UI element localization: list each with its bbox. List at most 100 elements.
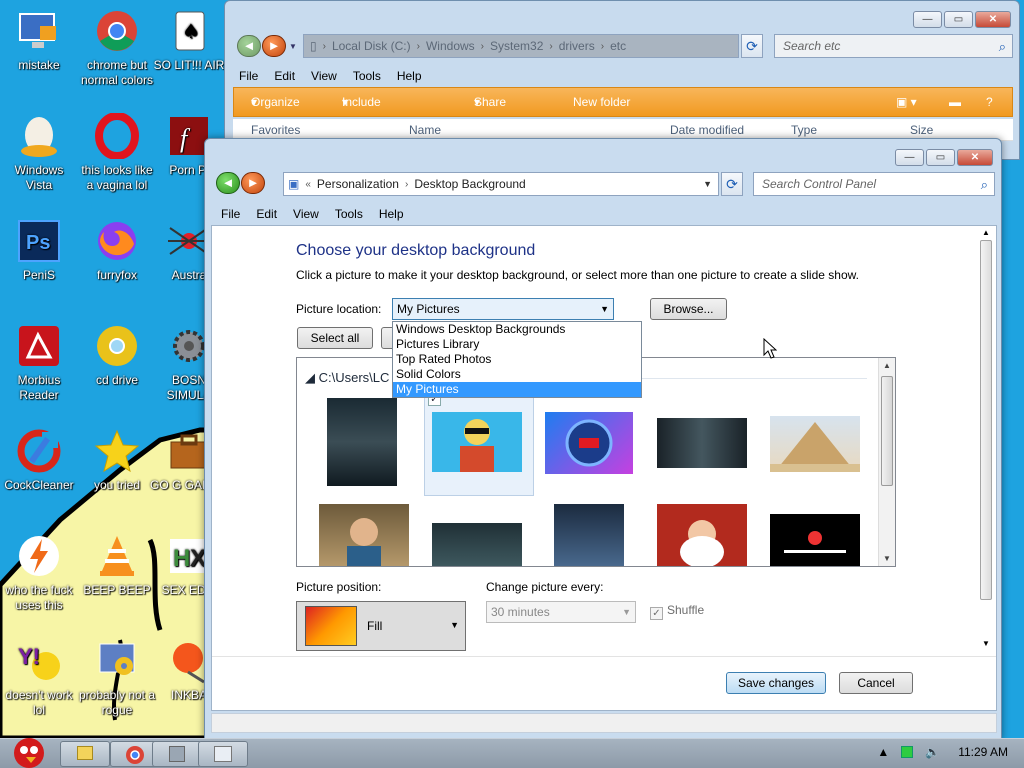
- column-type[interactable]: Type: [791, 123, 817, 137]
- menu-help[interactable]: Help: [371, 207, 412, 221]
- thumbnail-how-high-can-you-get[interactable]: [770, 514, 860, 566]
- menu-tools[interactable]: Tools: [327, 207, 371, 221]
- chevron-down-icon[interactable]: ▼: [703, 179, 712, 189]
- taskbar-app-button[interactable]: [152, 741, 202, 767]
- forward-button[interactable]: ►: [262, 35, 286, 57]
- refresh-button[interactable]: ⟳: [741, 34, 763, 58]
- desktop-icon-morbius-reader[interactable]: Morbius Reader: [0, 323, 78, 403]
- close-button[interactable]: ✕: [957, 149, 993, 166]
- minimize-button[interactable]: —: [895, 149, 924, 166]
- picture-location-select[interactable]: My Pictures ▼: [392, 298, 614, 320]
- close-button[interactable]: ✕: [975, 11, 1011, 28]
- start-button[interactable]: [4, 733, 54, 768]
- desktop-icon-you-tried[interactable]: you tried: [78, 428, 156, 493]
- scroll-down-icon[interactable]: ▼: [883, 554, 891, 563]
- breadcrumb-item[interactable]: drivers: [559, 39, 595, 53]
- desktop-icon-windows-vista[interactable]: Windows Vista: [0, 113, 78, 193]
- menu-view[interactable]: View: [303, 69, 345, 83]
- breadcrumb-item[interactable]: Personalization: [317, 177, 399, 191]
- thumbnail-pyramid[interactable]: [770, 416, 860, 472]
- breadcrumb-item[interactable]: Windows: [426, 39, 475, 53]
- breadcrumb-item[interactable]: etc: [610, 39, 626, 53]
- collapse-arrow-icon[interactable]: ◢: [305, 370, 315, 385]
- taskbar-explorer-button[interactable]: [60, 741, 110, 767]
- desktop-icon-doesnt-work[interactable]: Y! doesn't work lol: [0, 638, 78, 718]
- network-icon[interactable]: [901, 746, 914, 758]
- desktop-icon-penis[interactable]: Ps PeniS: [0, 218, 78, 283]
- explorer-search-input[interactable]: Search etc ⌕: [774, 34, 1013, 58]
- dropdown-option[interactable]: Top Rated Photos: [393, 352, 641, 367]
- forward-button[interactable]: ►: [241, 172, 265, 194]
- dialog-scrollbar[interactable]: ▲ ▼: [980, 228, 992, 648]
- minimize-button[interactable]: —: [913, 11, 942, 28]
- dialog-address-bar[interactable]: ▣ «Personalization › Desktop Background ▼: [283, 172, 719, 196]
- dialog-search-input[interactable]: Search Control Panel ⌕: [753, 172, 995, 196]
- menu-edit[interactable]: Edit: [266, 69, 303, 83]
- shuffle-checkbox[interactable]: ✓ Shuffle: [650, 603, 704, 620]
- thumbnail-robot-movie-poster[interactable]: [554, 504, 624, 566]
- menu-edit[interactable]: Edit: [248, 207, 285, 221]
- browse-button[interactable]: Browse...: [650, 298, 727, 320]
- thumbnail-morbius-face[interactable]: [657, 418, 747, 468]
- thumbnail-made-in-china-badge[interactable]: [545, 412, 633, 474]
- back-button[interactable]: ◄: [216, 172, 240, 194]
- share-with-button[interactable]: Share with ▾: [474, 88, 506, 137]
- menu-file[interactable]: File: [213, 207, 248, 221]
- back-button[interactable]: ◄: [237, 35, 261, 57]
- desktop-icon-furryfox[interactable]: furryfox: [78, 218, 156, 283]
- breadcrumb-item[interactable]: Desktop Background: [414, 177, 525, 191]
- explorer-address-bar[interactable]: ▯ › Local Disk (C:) › Windows › System32 › d…: [303, 34, 739, 58]
- volume-icon[interactable]: 🔈: [925, 745, 940, 759]
- change-picture-select[interactable]: 30 minutes ▼: [486, 601, 636, 623]
- menu-file[interactable]: File: [231, 69, 266, 83]
- desktop-icon-cockcleaner[interactable]: CockCleaner: [0, 428, 78, 493]
- maximize-button[interactable]: ▭: [944, 11, 973, 28]
- thumbnail-morbius-poster[interactable]: [327, 398, 397, 486]
- gallery-scrollbar[interactable]: ▲ ▼: [878, 358, 895, 566]
- show-hidden-icons-icon[interactable]: ▲: [877, 745, 889, 759]
- include-in-library-button[interactable]: Include in library ▾: [342, 88, 381, 165]
- dropdown-option[interactable]: Solid Colors: [393, 367, 641, 382]
- dropdown-option-selected[interactable]: My Pictures: [393, 382, 641, 397]
- explorer-window[interactable]: — ▭ ✕ ◄ ► ▼ ▯ › Local Disk (C:) › Windows …: [224, 0, 1020, 165]
- picture-position-select[interactable]: Fill ▼: [296, 601, 466, 651]
- desktop-icon-mistake[interactable]: mistake: [0, 8, 78, 73]
- desktop-icon-chrome[interactable]: chrome but normal colors: [78, 8, 156, 88]
- desktop-icon-who-uses-this[interactable]: who the fuck uses this: [0, 533, 78, 613]
- scrollbar-thumb[interactable]: [881, 376, 893, 486]
- view-icon[interactable]: ▣ ▾: [896, 88, 917, 116]
- scroll-up-icon[interactable]: ▲: [883, 361, 891, 370]
- thumbnail-dark-scene[interactable]: [432, 523, 522, 566]
- thumbnail-man-portrait[interactable]: [319, 504, 409, 566]
- desktop-icon-beep-beep[interactable]: BEEP BEEP: [78, 533, 156, 598]
- chevron-down-icon[interactable]: ▼: [289, 42, 297, 51]
- thumbnail-cartoon-man[interactable]: [432, 412, 522, 472]
- scroll-up-icon[interactable]: ▲: [982, 228, 990, 237]
- taskbar-control-panel-button[interactable]: [198, 741, 248, 767]
- new-folder-button[interactable]: New folder: [573, 88, 630, 116]
- menu-tools[interactable]: Tools: [345, 69, 389, 83]
- favorites-label[interactable]: Favorites: [251, 123, 300, 137]
- preview-pane-icon[interactable]: ▬: [949, 88, 961, 116]
- thumbnail-santa-claus[interactable]: [657, 504, 747, 566]
- scrollbar-thumb[interactable]: [980, 240, 992, 600]
- gallery-group-header[interactable]: ◢ C:\Users\LC: [305, 370, 389, 386]
- desktop-icon-opera[interactable]: this looks like a vagina lol: [78, 112, 156, 193]
- desktop-icon-cd-drive[interactable]: cd drive: [78, 323, 156, 388]
- maximize-button[interactable]: ▭: [926, 149, 955, 166]
- personalization-window[interactable]: — ▭ ✕ ◄ ► ▣ «Personalization › Desktop Ba…: [204, 138, 1002, 740]
- clock[interactable]: 11:29 AM: [952, 745, 1016, 759]
- desktop-icon-probably-not-rogue[interactable]: probably not a rogue: [78, 638, 156, 718]
- breadcrumb-item[interactable]: System32: [490, 39, 543, 53]
- dropdown-option[interactable]: Windows Desktop Backgrounds: [393, 322, 641, 337]
- select-all-button[interactable]: Select all: [297, 327, 373, 349]
- menu-view[interactable]: View: [285, 207, 327, 221]
- cancel-button[interactable]: Cancel: [839, 672, 913, 694]
- refresh-button[interactable]: ⟳: [721, 172, 743, 196]
- organize-button[interactable]: Organize ▾: [251, 88, 300, 116]
- help-icon[interactable]: ?: [986, 88, 993, 116]
- desktop-icon-so-lit[interactable]: ♠ SO LIT!!! AIR: [150, 8, 228, 73]
- picture-location-dropdown[interactable]: Windows Desktop Backgrounds Pictures Lib…: [392, 321, 642, 398]
- dropdown-option[interactable]: Pictures Library: [393, 337, 641, 352]
- column-size[interactable]: Size: [910, 123, 933, 137]
